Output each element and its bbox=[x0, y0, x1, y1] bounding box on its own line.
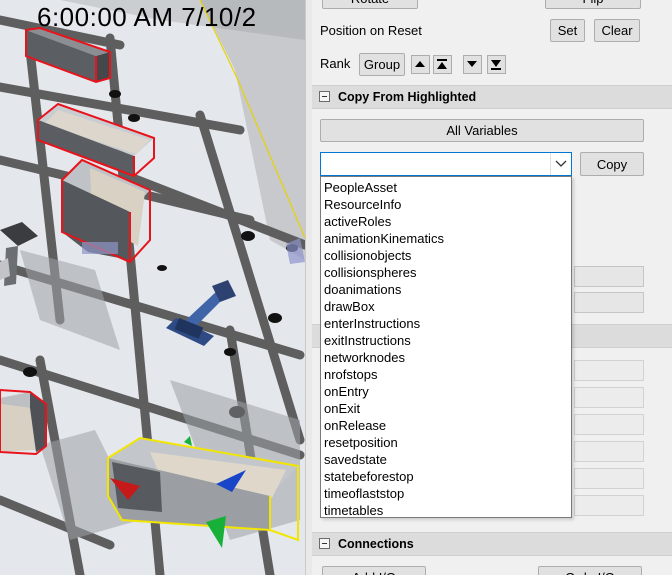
obscured-field-4[interactable] bbox=[574, 441, 644, 462]
dropdown-option[interactable]: onRelease bbox=[323, 417, 386, 434]
section-title: Connections bbox=[338, 537, 414, 551]
variable-combobox[interactable] bbox=[320, 152, 572, 176]
move-bottom-button[interactable] bbox=[487, 55, 506, 74]
connections-header[interactable]: Connections bbox=[312, 532, 672, 556]
rotate-button[interactable]: Rotate bbox=[322, 0, 418, 9]
obscured-field-2[interactable] bbox=[574, 387, 644, 408]
dropdown-option[interactable]: collisionspheres bbox=[323, 264, 417, 281]
simulation-clock: 6:00:00 AM 7/10/2 bbox=[37, 2, 257, 32]
copy-from-highlighted-header[interactable]: Copy From Highlighted bbox=[312, 85, 672, 109]
move-bottom-icon bbox=[491, 60, 501, 70]
obscured-field-5[interactable] bbox=[574, 468, 644, 489]
add-io-button[interactable]: Add I/O bbox=[322, 566, 426, 575]
dropdown-option[interactable]: exitInstructions bbox=[323, 332, 411, 349]
move-down-button[interactable] bbox=[463, 55, 482, 74]
copy-button[interactable]: Copy bbox=[580, 152, 644, 176]
chevron-down-icon bbox=[555, 160, 567, 167]
dropdown-option[interactable]: enterInstructions bbox=[323, 315, 420, 332]
dropdown-option[interactable]: activeRoles bbox=[323, 213, 391, 230]
obscured-button-1[interactable] bbox=[574, 266, 644, 287]
dropdown-option[interactable]: onExit bbox=[323, 400, 360, 417]
move-top-icon bbox=[437, 59, 447, 69]
flip-button[interactable]: Flip bbox=[545, 0, 641, 9]
dropdown-option[interactable]: savedstate bbox=[323, 451, 387, 468]
obscured-button-2[interactable] bbox=[574, 292, 644, 313]
move-up-button[interactable] bbox=[411, 55, 430, 74]
obscured-field-1[interactable] bbox=[574, 360, 644, 381]
dropdown-option[interactable]: networknodes bbox=[323, 349, 405, 366]
variable-dropdown-list[interactable]: PeopleAsset ResourceInfo activeRoles ani… bbox=[320, 176, 572, 518]
position-on-reset-label: Position on Reset bbox=[320, 23, 422, 38]
dropdown-option[interactable]: timetables bbox=[323, 502, 383, 519]
object-box-4[interactable] bbox=[0, 388, 47, 456]
set-button[interactable]: Set bbox=[550, 19, 585, 42]
dropdown-option[interactable]: statebeforestop bbox=[323, 468, 414, 485]
dropdown-option[interactable]: nrofstops bbox=[323, 366, 377, 383]
section-title: Copy From Highlighted bbox=[338, 90, 477, 104]
3d-scene bbox=[0, 0, 305, 575]
dropdown-option[interactable]: resetposition bbox=[323, 434, 398, 451]
move-down-icon bbox=[467, 61, 477, 67]
dropdown-option[interactable]: doanimations bbox=[323, 281, 401, 298]
dropdown-option[interactable]: ResourceInfo bbox=[323, 196, 401, 213]
collapse-icon[interactable] bbox=[319, 538, 330, 549]
dropdown-option[interactable]: timeoflaststop bbox=[323, 485, 404, 502]
clear-button[interactable]: Clear bbox=[594, 19, 640, 42]
group-button[interactable]: Group bbox=[359, 53, 405, 76]
panel-splitter[interactable] bbox=[305, 0, 312, 575]
obscured-field-6[interactable] bbox=[574, 495, 644, 516]
dropdown-option[interactable]: drawBox bbox=[323, 298, 375, 315]
dropdown-option[interactable]: onEntry bbox=[323, 383, 369, 400]
open-io-button[interactable]: Ordo I/O bbox=[538, 566, 642, 575]
move-top-button[interactable] bbox=[433, 55, 452, 74]
dropdown-option[interactable]: animationKinematics bbox=[323, 230, 444, 247]
collapse-icon[interactable] bbox=[319, 91, 330, 102]
combo-dropdown-button[interactable] bbox=[550, 153, 571, 175]
3d-viewport[interactable]: 6:00:00 AM 7/10/2 bbox=[0, 0, 305, 575]
obscured-field-3[interactable] bbox=[574, 414, 644, 435]
move-up-icon bbox=[415, 61, 425, 67]
all-variables-button[interactable]: All Variables bbox=[320, 119, 644, 142]
rank-label: Rank bbox=[320, 56, 351, 71]
dropdown-option[interactable]: PeopleAsset bbox=[323, 179, 397, 196]
dropdown-option[interactable]: collisionobjects bbox=[323, 247, 411, 264]
